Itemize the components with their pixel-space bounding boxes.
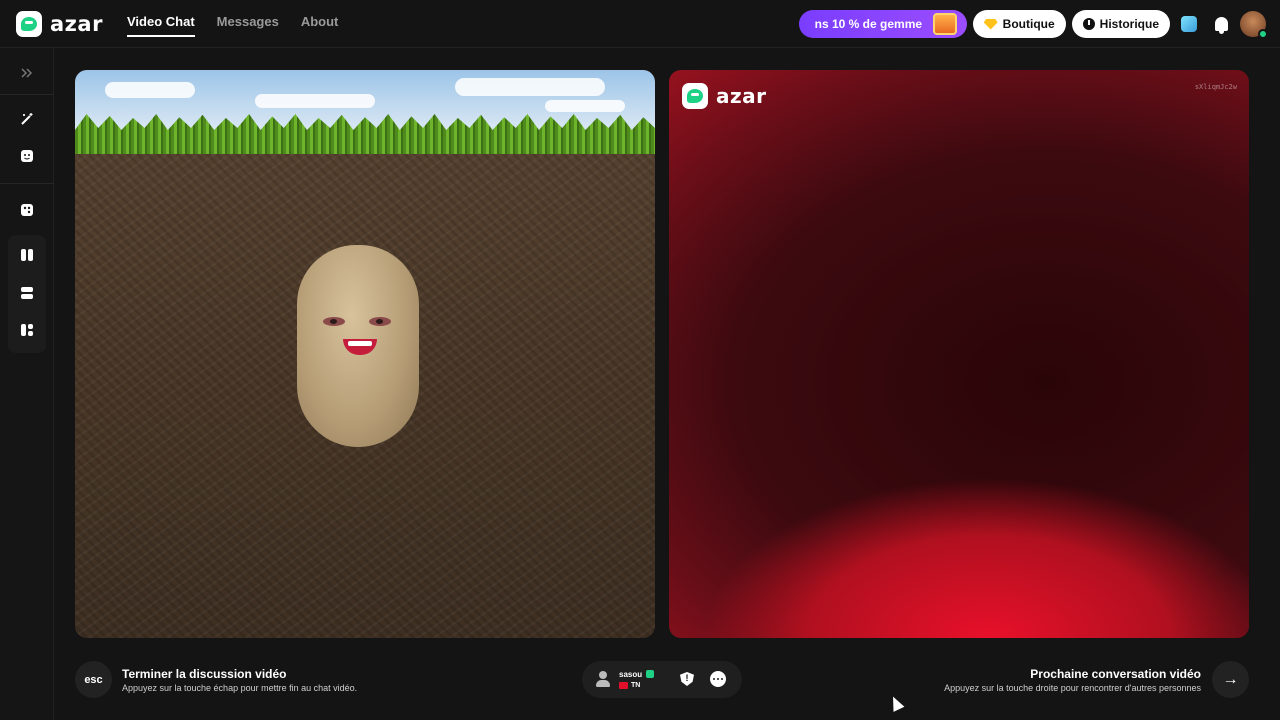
peer-country: TN bbox=[631, 682, 641, 689]
nav-video-chat[interactable]: Video Chat bbox=[127, 14, 195, 37]
gem-promo-banner[interactable]: ns 10 % de gemme bbox=[798, 10, 967, 38]
remote-video-panel: azar sXliqmJc2w bbox=[669, 70, 1249, 638]
watermark-text: azar bbox=[716, 84, 767, 108]
layout-side-by-side-button[interactable] bbox=[13, 241, 41, 269]
effects-button[interactable] bbox=[13, 105, 41, 133]
promo-label: ns 10 % de gemme bbox=[814, 17, 923, 31]
gem-icon bbox=[983, 18, 998, 30]
bell-icon bbox=[1214, 17, 1228, 34]
azar-watermark: azar bbox=[682, 83, 767, 109]
left-eye bbox=[323, 317, 345, 326]
potato-face-avatar bbox=[297, 245, 419, 447]
expand-sidebar-button[interactable] bbox=[13, 59, 41, 87]
cube-icon bbox=[1181, 16, 1197, 32]
report-shield-icon[interactable]: ! bbox=[680, 672, 694, 686]
sidebar-divider bbox=[0, 183, 54, 184]
layout-side-by-side-icon bbox=[21, 249, 33, 261]
face-filter-icon bbox=[21, 150, 33, 162]
history-label: Historique bbox=[1099, 17, 1159, 31]
shop-label: Boutique bbox=[1002, 17, 1055, 31]
layout-stacked-icon bbox=[21, 287, 33, 299]
azar-logo[interactable]: azar bbox=[16, 11, 103, 37]
mouth bbox=[343, 339, 377, 355]
layout-grid-icon bbox=[21, 324, 33, 336]
chat-bubble-icon[interactable] bbox=[710, 671, 726, 687]
azar-logo-icon bbox=[16, 11, 42, 37]
profile-avatar[interactable] bbox=[1240, 11, 1268, 39]
treasure-chest-icon bbox=[932, 13, 957, 35]
end-chat-hint: Appuyez sur la touche échap pour mettre … bbox=[122, 683, 358, 693]
history-button[interactable]: Historique bbox=[1071, 10, 1170, 38]
clock-icon bbox=[1082, 18, 1095, 30]
user-icon bbox=[596, 671, 610, 687]
nav-messages[interactable]: Messages bbox=[217, 14, 279, 37]
online-status-dot bbox=[1258, 29, 1268, 39]
verified-badge-icon bbox=[646, 670, 654, 678]
next-chat-title: Prochaine conversation vidéo bbox=[1030, 667, 1201, 681]
next-chat-button[interactable]: → bbox=[1212, 661, 1249, 698]
logo-text: azar bbox=[50, 12, 103, 36]
magic-wand-icon bbox=[21, 113, 33, 125]
dice-icon bbox=[21, 204, 33, 216]
random-button[interactable] bbox=[13, 196, 41, 224]
end-chat-title: Terminer la discussion vidéo bbox=[122, 667, 287, 681]
next-chat-hint: Appuyez sur la touche droite pour rencon… bbox=[944, 683, 1201, 693]
layout-stacked-button[interactable] bbox=[13, 279, 41, 307]
local-video-panel bbox=[75, 70, 655, 638]
layout-grid-button[interactable] bbox=[13, 316, 41, 344]
nav-about[interactable]: About bbox=[301, 14, 339, 37]
right-eye bbox=[369, 317, 391, 326]
notifications-button[interactable] bbox=[1208, 11, 1234, 37]
shop-button[interactable]: Boutique bbox=[972, 10, 1066, 38]
peer-name[interactable]: sasou bbox=[619, 670, 642, 679]
expand-icon bbox=[21, 68, 33, 78]
cube-button[interactable] bbox=[1176, 11, 1202, 37]
tunisia-flag-icon bbox=[619, 682, 628, 689]
end-chat-button[interactable]: esc bbox=[75, 661, 112, 698]
top-navigation-bar: azar Video Chat Messages About ns 10 % d… bbox=[0, 0, 1280, 48]
left-sidebar bbox=[0, 48, 54, 720]
peer-info-bar: sasou TN ! bbox=[582, 661, 742, 698]
main-nav: Video Chat Messages About bbox=[127, 14, 338, 37]
header-actions: ns 10 % de gemme Boutique Historique bbox=[798, 10, 1268, 39]
session-id: sXliqmJc2w bbox=[1194, 83, 1237, 91]
azar-logo-icon bbox=[682, 83, 708, 109]
bottom-controls: esc Terminer la discussion vidéo Appuyez… bbox=[54, 648, 1280, 720]
sidebar-divider bbox=[0, 94, 54, 95]
arrow-right-icon: → bbox=[1222, 670, 1239, 688]
face-filter-button[interactable] bbox=[13, 142, 41, 170]
